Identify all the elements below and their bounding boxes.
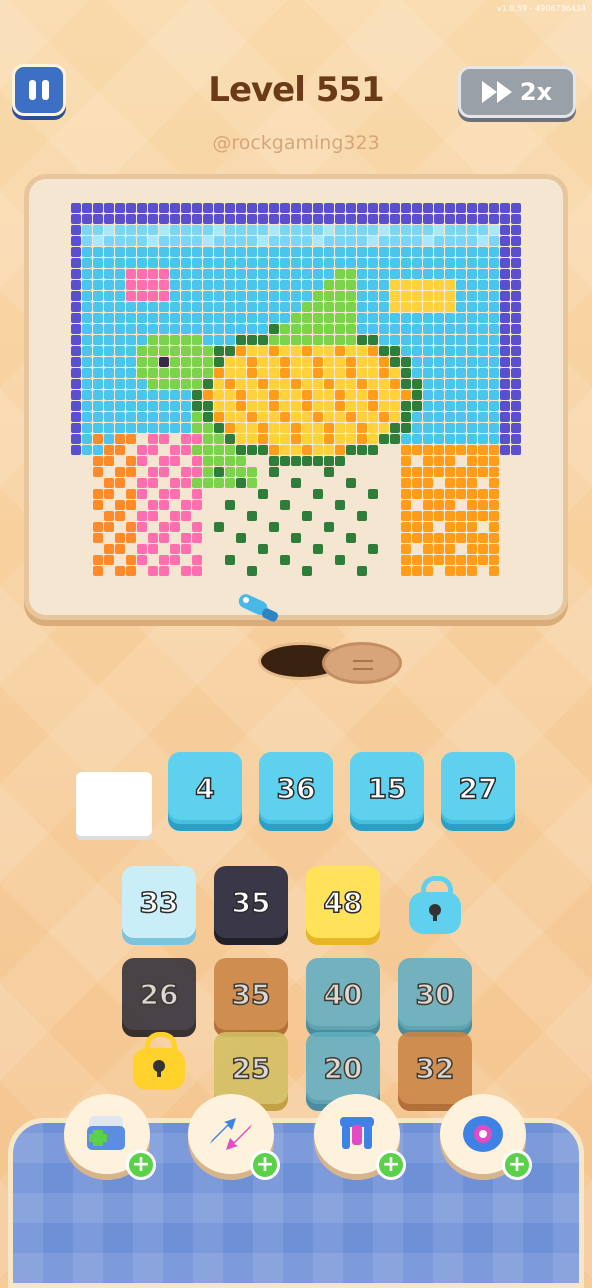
magnet-button[interactable]: + bbox=[314, 1094, 406, 1180]
padlock-icon bbox=[409, 876, 461, 934]
empty-queue-slot[interactable] bbox=[76, 772, 152, 836]
grid-tile[interactable]: 40 bbox=[306, 958, 380, 1030]
puzzle-board bbox=[24, 174, 568, 620]
grid-tile[interactable]: 20 bbox=[306, 1032, 380, 1104]
grid-tile[interactable]: 26 bbox=[122, 958, 196, 1030]
tape-icon bbox=[463, 1116, 503, 1152]
grid-tile[interactable]: 48 bbox=[306, 866, 380, 938]
pixel-art-canvas bbox=[71, 203, 521, 576]
magnet-icon bbox=[340, 1117, 374, 1149]
username-watermark: @rockgaming323 bbox=[212, 132, 380, 154]
add-slot-button[interactable]: + bbox=[64, 1094, 156, 1180]
queue-tile[interactable]: 4 bbox=[168, 752, 242, 824]
locked-tile[interactable] bbox=[408, 876, 462, 934]
tape-button[interactable]: + bbox=[440, 1094, 532, 1180]
grid-tile[interactable]: 35 bbox=[214, 958, 288, 1030]
fast-forward-icon bbox=[481, 81, 512, 103]
fish-conveyor-icon bbox=[238, 594, 279, 622]
grid-tile[interactable]: 25 bbox=[214, 1032, 288, 1104]
queue-tile[interactable]: 15 bbox=[350, 752, 424, 824]
plus-badge: + bbox=[250, 1150, 280, 1180]
hole-lid bbox=[322, 642, 402, 684]
queue-tile[interactable]: 27 bbox=[441, 752, 515, 824]
shuffle-button[interactable]: + bbox=[188, 1094, 280, 1180]
plus-badge: + bbox=[502, 1150, 532, 1180]
locked-tile[interactable] bbox=[132, 1032, 186, 1090]
padlock-icon bbox=[133, 1032, 185, 1090]
shuffle-icon bbox=[210, 1118, 252, 1150]
grid-tile[interactable]: 33 bbox=[122, 866, 196, 938]
plus-badge: + bbox=[376, 1150, 406, 1180]
version-text: v1.0.59 - 4908736434 bbox=[496, 4, 586, 13]
grid-tile[interactable]: 32 bbox=[398, 1032, 472, 1104]
add-slot-icon bbox=[87, 1116, 125, 1150]
speed-button[interactable]: 2x bbox=[458, 66, 576, 118]
grid-tile[interactable]: 35 bbox=[214, 866, 288, 938]
speed-label: 2x bbox=[519, 78, 553, 106]
queue-tile[interactable]: 36 bbox=[259, 752, 333, 824]
plus-badge: + bbox=[126, 1150, 156, 1180]
grid-tile[interactable]: 30 bbox=[398, 958, 472, 1030]
